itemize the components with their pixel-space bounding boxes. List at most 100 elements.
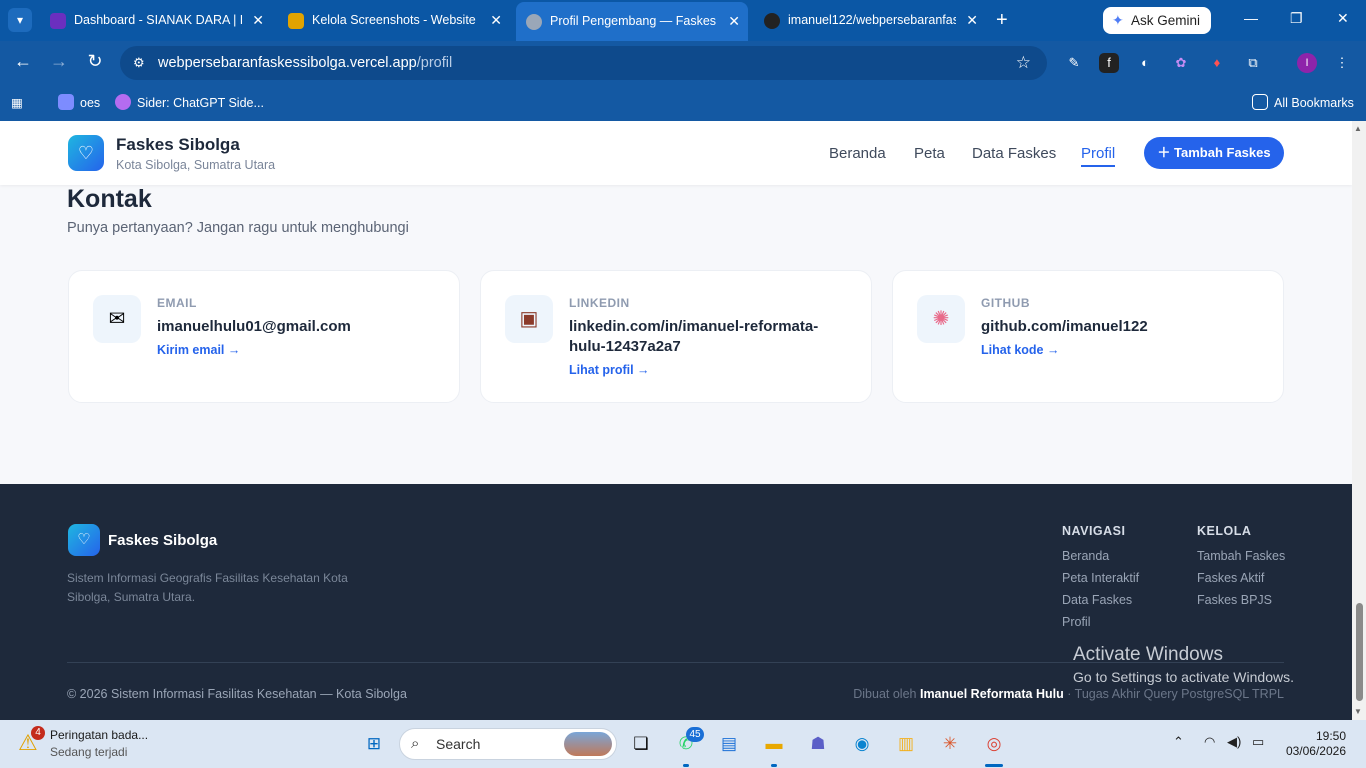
credit-prefix: Dibuat oleh bbox=[853, 687, 917, 701]
tab-kelola-screenshots[interactable]: Kelola Screenshots - Website Pe ✕ bbox=[278, 6, 510, 35]
power-bi-icon[interactable]: ▥ bbox=[893, 731, 919, 757]
windows-start-icon[interactable]: ⊞ bbox=[361, 731, 387, 757]
plus-icon: ＋ bbox=[1157, 145, 1171, 160]
address-bar[interactable]: ⚙ webpersebaranfaskessibolga.vercel.app/… bbox=[120, 46, 1047, 80]
footer-link-tambah-faskes[interactable]: Tambah Faskes bbox=[1197, 549, 1285, 563]
bookmark-star-icon[interactable]: ☆ bbox=[1016, 46, 1031, 80]
shield-extension-icon[interactable]: ♦ bbox=[1207, 53, 1227, 73]
kirim-email-link[interactable]: Kirim email → bbox=[157, 343, 240, 357]
nav-data-faskes[interactable]: Data Faskes bbox=[972, 145, 1056, 162]
tab-title: Kelola Screenshots - Website Pe bbox=[312, 13, 480, 27]
close-icon[interactable]: ✕ bbox=[966, 6, 978, 35]
tambah-faskes-button[interactable]: ＋ Tambah Faskes bbox=[1144, 137, 1284, 169]
card-value: imanuelhulu01@gmail.com bbox=[157, 318, 351, 335]
email-icon: ✉ bbox=[93, 295, 141, 343]
battery-icon[interactable]: ▭ bbox=[1252, 734, 1264, 750]
file-explorer-icon[interactable]: ▬ bbox=[761, 731, 787, 757]
oes-favicon-icon bbox=[58, 94, 74, 110]
section-title: Kontak bbox=[67, 185, 152, 213]
sider-favicon-icon bbox=[115, 94, 131, 110]
sync-extension-icon[interactable]: ◐ bbox=[1135, 53, 1155, 73]
ask-gemini-button[interactable]: ✦ Ask Gemini bbox=[1103, 7, 1211, 34]
minimize-button[interactable]: — bbox=[1244, 10, 1258, 26]
footer-link-peta-interaktif[interactable]: Peta Interaktif bbox=[1062, 571, 1139, 585]
extensions-puzzle-icon[interactable]: ⧉ bbox=[1243, 53, 1263, 73]
formula-extension-icon[interactable]: f bbox=[1099, 53, 1119, 73]
notification-title[interactable]: Peringatan bada... bbox=[50, 728, 148, 742]
scrollbar-thumb[interactable] bbox=[1356, 603, 1363, 701]
tab-search-button[interactable]: ▾ bbox=[8, 8, 32, 32]
apps-grid-icon[interactable]: ▦ bbox=[11, 94, 23, 112]
close-icon[interactable]: ✕ bbox=[728, 2, 740, 41]
new-tab-button[interactable]: + bbox=[996, 8, 1008, 32]
taskbar-search[interactable]: ⌕ Search bbox=[399, 728, 617, 760]
site-info-icon[interactable]: ⚙ bbox=[133, 46, 145, 80]
close-icon[interactable]: ✕ bbox=[490, 6, 502, 35]
section-subtitle: Punya pertanyaan? Jangan ragu untuk meng… bbox=[67, 220, 409, 236]
nav-profil[interactable]: Profil bbox=[1081, 145, 1116, 167]
site-brand-subtitle: Kota Sibolga, Sumatra Utara bbox=[116, 158, 276, 172]
credit-name: Imanuel Reformata Hulu bbox=[919, 687, 1064, 701]
tab-github-repo[interactable]: imanuel122/webpersebaranfask ✕ bbox=[754, 6, 986, 35]
octopus-icon: ✺ bbox=[917, 295, 965, 343]
store-icon[interactable]: ▤ bbox=[716, 731, 742, 757]
search-icon: ⌕ bbox=[411, 735, 420, 752]
bookmark-oes[interactable]: oes bbox=[58, 94, 100, 112]
footer-nav-title: NAVIGASI bbox=[1062, 524, 1126, 538]
footer-link-faskes-aktif[interactable]: Faskes Aktif bbox=[1197, 571, 1264, 585]
taskbar-clock[interactable]: 19:50 03/06/2026 bbox=[1286, 729, 1346, 759]
running-indicator bbox=[771, 764, 777, 767]
profile-avatar[interactable]: I bbox=[1297, 53, 1317, 73]
nav-peta[interactable]: Peta bbox=[914, 145, 945, 162]
footer-link-faskes-bpjs[interactable]: Faskes BPJS bbox=[1197, 593, 1272, 607]
footer-manage-title: KELOLA bbox=[1197, 524, 1252, 538]
sider-extension-icon[interactable]: ✿ bbox=[1171, 53, 1191, 73]
forward-button[interactable]: → bbox=[47, 51, 71, 72]
bookmark-label: Sider: ChatGPT Side... bbox=[137, 96, 264, 110]
running-indicator bbox=[683, 764, 689, 767]
tab-dashboard[interactable]: Dashboard - SIANAK DARA | Po ✕ bbox=[40, 6, 272, 35]
chevron-up-icon[interactable]: ⌃ bbox=[1173, 734, 1184, 750]
footer-copyright: © 2026 Sistem Informasi Fasilitas Keseha… bbox=[67, 687, 407, 701]
activate-windows-title: Activate Windows bbox=[1073, 644, 1223, 665]
windows-taskbar: ⚠ 4 Peringatan bada... Sedang terjadi ⊞ … bbox=[0, 720, 1366, 768]
tab-profil-pengembang[interactable]: Profil Pengembang — Faskes Si ✕ bbox=[516, 2, 748, 41]
close-icon[interactable]: ✕ bbox=[252, 6, 264, 35]
reload-button[interactable]: ↻ bbox=[83, 51, 107, 72]
claude-icon[interactable]: ✳ bbox=[937, 731, 963, 757]
lihat-profil-link[interactable]: Lihat profil → bbox=[569, 363, 650, 377]
eyedropper-extension-icon[interactable]: ✎ bbox=[1064, 53, 1084, 73]
contact-card-linkedin: ▣ LINKEDIN linkedin.com/in/imanuel-refor… bbox=[480, 270, 872, 403]
lihat-kode-link[interactable]: Lihat kode → bbox=[981, 343, 1059, 357]
more-menu-icon[interactable]: ⋮ bbox=[1332, 53, 1352, 73]
all-bookmarks-button[interactable]: All Bookmarks bbox=[1252, 94, 1354, 112]
bookmark-sider[interactable]: Sider: ChatGPT Side... bbox=[115, 94, 264, 112]
address-host: webpersebaranfaskessibolga.vercel.app bbox=[158, 55, 417, 71]
site-brand[interactable]: Faskes Sibolga bbox=[116, 135, 240, 155]
back-button[interactable]: ← bbox=[11, 51, 35, 72]
kelola-favicon-icon bbox=[288, 13, 304, 29]
running-indicator-active bbox=[985, 764, 1003, 767]
restore-button[interactable]: ❐ bbox=[1290, 10, 1303, 27]
wifi-icon[interactable]: ◠ bbox=[1204, 734, 1215, 750]
footer-link-data-faskes[interactable]: Data Faskes bbox=[1062, 593, 1132, 607]
chrome-icon[interactable]: ◎ bbox=[981, 731, 1007, 757]
edge-icon[interactable]: ◉ bbox=[849, 731, 875, 757]
close-window-button[interactable]: ✕ bbox=[1337, 10, 1349, 27]
page-scrollbar[interactable]: ▲ ▼ bbox=[1352, 121, 1366, 720]
clock-date: 03/06/2026 bbox=[1285, 744, 1346, 758]
teams-icon[interactable]: ☗ bbox=[805, 731, 831, 757]
bookmark-label: oes bbox=[80, 96, 101, 110]
scroll-down-icon[interactable]: ▼ bbox=[1354, 707, 1362, 716]
scroll-up-icon[interactable]: ▲ bbox=[1354, 124, 1362, 133]
nav-beranda[interactable]: Beranda bbox=[829, 145, 886, 162]
heart-logo-icon[interactable]: ♡ bbox=[68, 135, 104, 171]
card-value: github.com/imanuel122 bbox=[981, 318, 1148, 335]
contact-card-email: ✉ EMAIL imanuelhulu01@gmail.com Kirim em… bbox=[68, 270, 460, 403]
browser-toolbar: ← → ↻ ⚙ webpersebaranfaskessibolga.verce… bbox=[0, 41, 1366, 85]
task-view-icon[interactable]: ❏ bbox=[628, 731, 654, 757]
footer-link-beranda[interactable]: Beranda bbox=[1062, 549, 1109, 563]
search-placeholder: Search bbox=[436, 736, 481, 752]
footer-link-profil[interactable]: Profil bbox=[1062, 615, 1090, 629]
volume-icon[interactable]: ◀) bbox=[1227, 734, 1241, 750]
